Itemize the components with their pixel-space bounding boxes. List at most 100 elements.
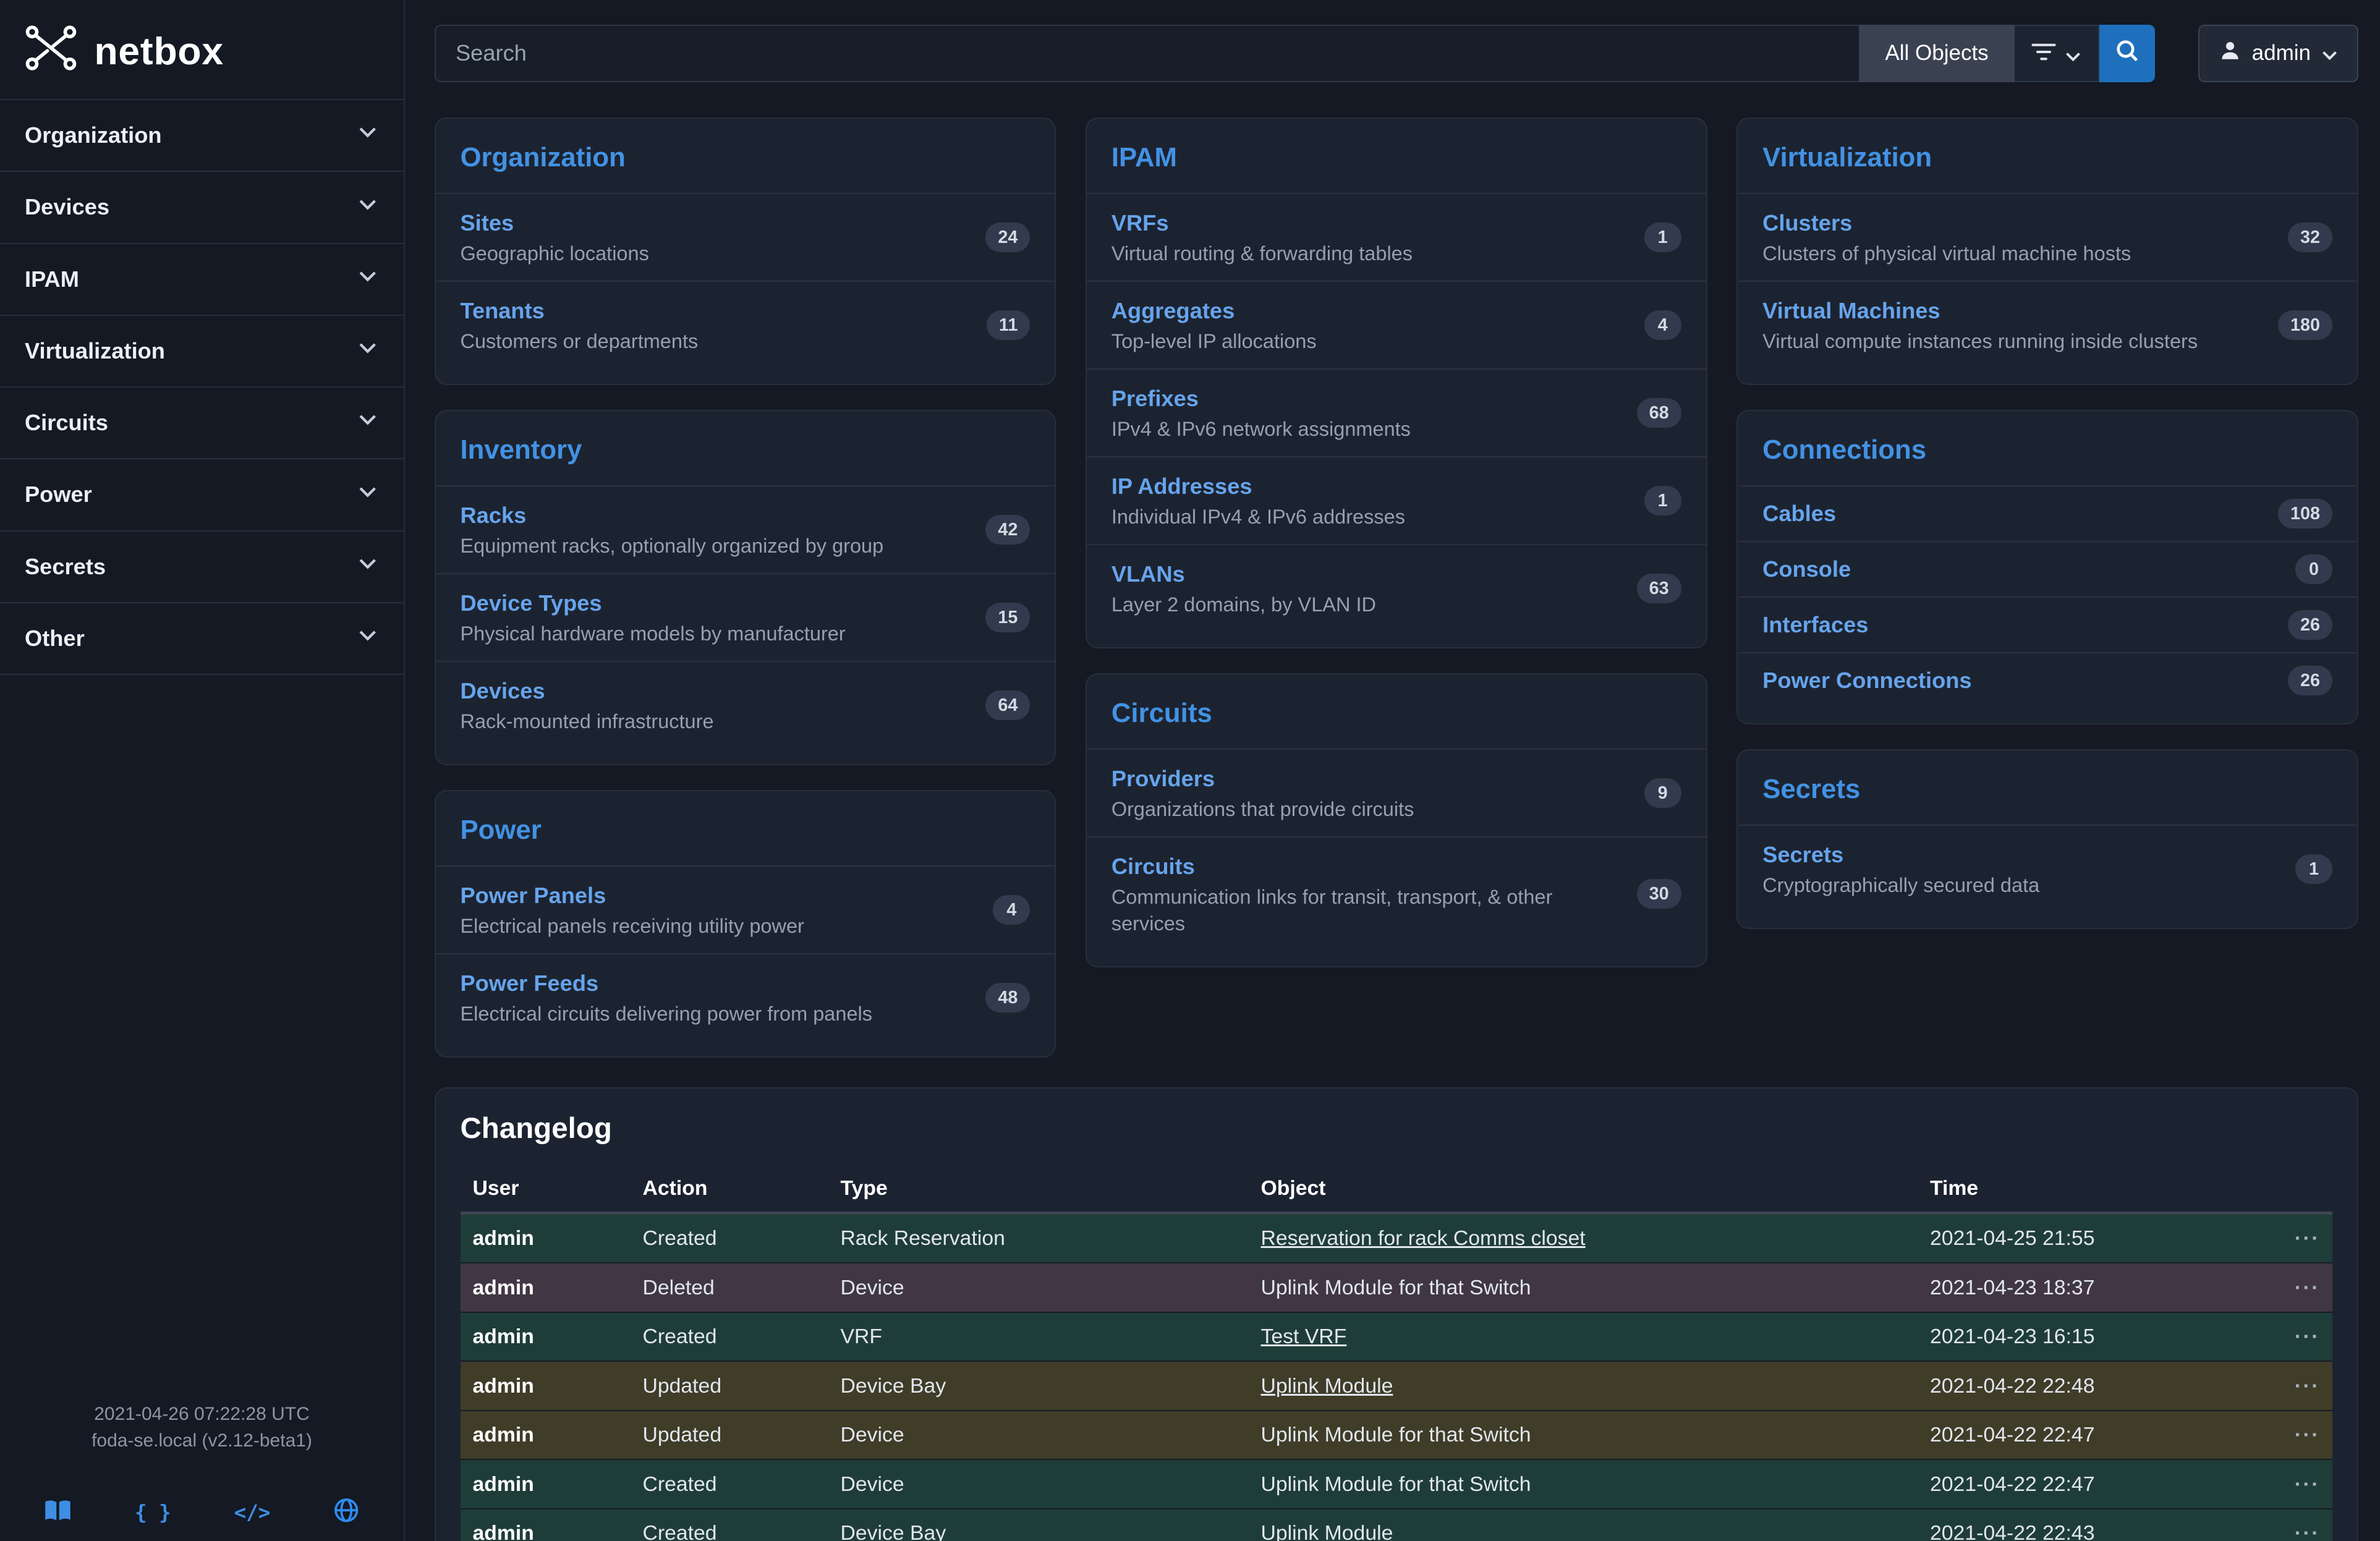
cell-type: Device: [828, 1459, 1249, 1509]
row-actions-ellipsis-icon[interactable]: ···: [2261, 1312, 2332, 1362]
cell-time: 2021-04-25 21:55: [1918, 1213, 2261, 1263]
card-item-device-types[interactable]: Device Types Physical hardware models by…: [436, 573, 1055, 661]
search-group: All Objects: [435, 25, 2155, 82]
card-item-prefixes[interactable]: Prefixes IPv4 & IPv6 network assignments…: [1087, 368, 1706, 456]
item-desc: Geographic locations: [461, 240, 649, 267]
object-link[interactable]: Test VRF: [1261, 1325, 1347, 1348]
cell-action: Updated: [631, 1411, 828, 1460]
card-item-console[interactable]: Console 0: [1738, 541, 2357, 596]
card-item-providers[interactable]: Providers Organizations that provide cir…: [1087, 749, 1706, 836]
chevron-down-icon: [356, 624, 380, 653]
row-actions-ellipsis-icon[interactable]: ···: [2261, 1411, 2332, 1460]
card-item-devices[interactable]: Devices Rack-mounted infrastructure 64: [436, 661, 1055, 749]
netbox-logo[interactable]: netbox: [0, 0, 404, 99]
app-layout: netbox Organization Devices IPAM Virtual…: [0, 0, 2380, 1541]
card-item-vlans[interactable]: VLANs Layer 2 domains, by VLAN ID 63: [1087, 544, 1706, 632]
count-badge: 26: [2288, 610, 2332, 640]
count-badge: 48: [985, 983, 1030, 1012]
card-item-interfaces[interactable]: Interfaces 26: [1738, 596, 2357, 652]
item-title: Virtual Machines: [1762, 298, 1940, 323]
row-actions-ellipsis-icon[interactable]: ···: [2261, 1459, 2332, 1509]
card-item-vrfs[interactable]: VRFs Virtual routing & forwarding tables…: [1087, 193, 1706, 281]
object-link[interactable]: Uplink Module: [1261, 1521, 1393, 1541]
object-link[interactable]: Reservation for rack Comms closet: [1261, 1226, 1586, 1250]
sidebar-item-devices[interactable]: Devices: [0, 172, 404, 244]
item-desc: Organizations that provide circuits: [1111, 796, 1414, 823]
sidebar-item-organization[interactable]: Organization: [0, 100, 404, 172]
item-desc: Top-level IP allocations: [1111, 328, 1317, 355]
dashboard-grid: Organization Sites Geographic locations …: [435, 117, 2359, 1058]
server-host-version: foda-se.local (v2.12-beta1): [0, 1428, 404, 1454]
card-item-clusters[interactable]: Clusters Clusters of physical virtual ma…: [1738, 193, 2357, 281]
row-actions-ellipsis-icon[interactable]: ···: [2261, 1361, 2332, 1411]
item-desc: Equipment racks, optionally organized by…: [461, 533, 884, 559]
card-virtualization: Virtualization Clusters Clusters of phys…: [1736, 117, 2358, 385]
card-inventory: Inventory Racks Equipment racks, optiona…: [435, 410, 1056, 765]
count-badge: 1: [1644, 223, 1681, 252]
object-text: Uplink Module for that Switch: [1261, 1423, 1531, 1446]
item-title: Power Connections: [1762, 666, 1971, 695]
user-menu-button[interactable]: admin: [2198, 25, 2358, 82]
sidebar-item-circuits[interactable]: Circuits: [0, 388, 404, 459]
search-input[interactable]: [435, 25, 1859, 82]
item-title: Racks: [461, 503, 527, 528]
sidebar-item-virtualization[interactable]: Virtualization: [0, 316, 404, 388]
chevron-down-icon: [356, 121, 380, 150]
sidebar-item-label: Virtualization: [25, 338, 165, 364]
filter-icon: [2031, 40, 2056, 67]
row-actions-ellipsis-icon[interactable]: ···: [2261, 1263, 2332, 1312]
cell-time: 2021-04-22 22:43: [1918, 1509, 2261, 1541]
search-filter-dropdown[interactable]: [2015, 25, 2099, 82]
cell-action: Created: [631, 1213, 828, 1263]
docs-book-icon[interactable]: [44, 1499, 72, 1527]
card-item-power-feeds[interactable]: Power Feeds Electrical circuits deliveri…: [436, 953, 1055, 1041]
sidebar-item-label: Other: [25, 626, 85, 652]
search-scope-button[interactable]: All Objects: [1859, 25, 2014, 82]
card-item-aggregates[interactable]: Aggregates Top-level IP allocations 4: [1087, 281, 1706, 368]
netbox-logo-icon: [25, 25, 77, 77]
item-title: Console: [1762, 554, 1851, 584]
card-item-tenants[interactable]: Tenants Customers or departments 11: [436, 281, 1055, 368]
card-item-cables[interactable]: Cables 108: [1738, 485, 2357, 541]
card-item-circuits[interactable]: Circuits Communication links for transit…: [1087, 836, 1706, 951]
col-header-actions: [2261, 1166, 2332, 1213]
item-title: Clusters: [1762, 210, 1852, 236]
cell-type: VRF: [828, 1312, 1249, 1362]
sidebar-item-power[interactable]: Power: [0, 459, 404, 531]
card-title: Circuits: [1087, 674, 1706, 749]
sidebar-item-secrets[interactable]: Secrets: [0, 532, 404, 603]
card-title: Secrets: [1738, 750, 2357, 825]
object-link[interactable]: Uplink Module: [1261, 1374, 1393, 1398]
sidebar-nav: Organization Devices IPAM Virtualization…: [0, 99, 404, 675]
count-badge: 11: [987, 310, 1030, 340]
card-item-racks[interactable]: Racks Equipment racks, optionally organi…: [436, 485, 1055, 573]
code-icon[interactable]: </>: [234, 1501, 271, 1524]
cell-user: admin: [461, 1411, 631, 1460]
card-item-power-connections[interactable]: Power Connections 26: [1738, 652, 2357, 708]
card-item-virtual-machines[interactable]: Virtual Machines Virtual compute instanc…: [1738, 281, 2357, 368]
changelog-row: admin Deleted Device Uplink Module for t…: [461, 1263, 2333, 1312]
sidebar-item-ipam[interactable]: IPAM: [0, 244, 404, 316]
changelog-card: Changelog User Action Type Object Time: [435, 1087, 2359, 1541]
item-desc: Individual IPv4 & IPv6 addresses: [1111, 504, 1405, 530]
globe-icon[interactable]: [333, 1497, 360, 1529]
card-item-power-panels[interactable]: Power Panels Electrical panels receiving…: [436, 865, 1055, 953]
search-submit-button[interactable]: [2099, 25, 2155, 82]
object-text: Uplink Module for that Switch: [1261, 1472, 1531, 1496]
row-actions-ellipsis-icon[interactable]: ···: [2261, 1509, 2332, 1541]
count-badge: 9: [1644, 778, 1681, 808]
item-title: Tenants: [461, 298, 545, 323]
sidebar-item-other[interactable]: Other: [0, 603, 404, 675]
card-item-secrets[interactable]: Secrets Cryptographically secured data 1: [1738, 825, 2357, 912]
cell-user: admin: [461, 1263, 631, 1312]
rest-api-braces-icon[interactable]: { }: [135, 1501, 171, 1524]
search-icon: [2115, 39, 2139, 69]
item-title: Cables: [1762, 499, 1836, 529]
item-title: IP Addresses: [1111, 473, 1252, 499]
row-actions-ellipsis-icon[interactable]: ···: [2261, 1213, 2332, 1263]
card-item-ip-addresses[interactable]: IP Addresses Individual IPv4 & IPv6 addr…: [1087, 456, 1706, 544]
chevron-down-icon: [2065, 40, 2081, 67]
item-title: Aggregates: [1111, 298, 1235, 323]
card-item-sites[interactable]: Sites Geographic locations 24: [436, 193, 1055, 281]
user-label: admin: [2252, 41, 2311, 66]
